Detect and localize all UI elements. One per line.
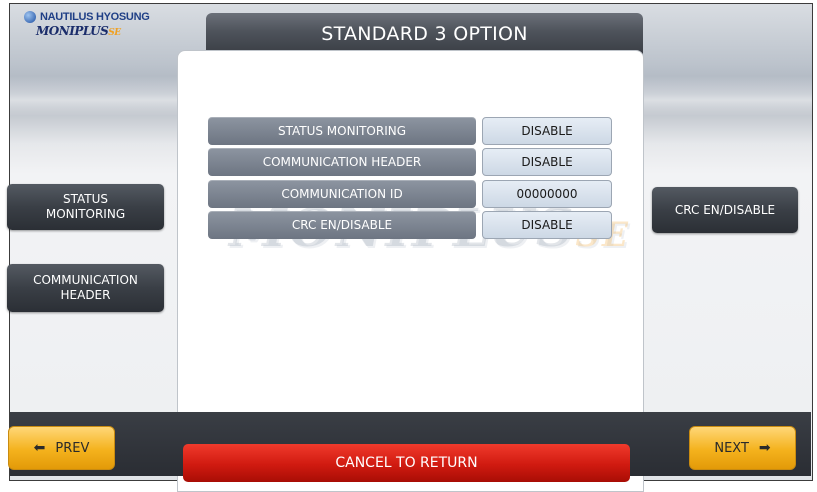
globe-icon (24, 11, 36, 23)
next-button[interactable]: NEXT ➡ (689, 426, 796, 470)
cancel-to-return-button[interactable]: CANCEL TO RETURN (183, 444, 630, 482)
setting-value: DISABLE (482, 211, 612, 239)
setting-label: CRC EN/DISABLE (208, 211, 476, 239)
setting-value: DISABLE (482, 117, 612, 145)
brand-product: MONIPLUS (36, 24, 109, 38)
setting-value: DISABLE (482, 148, 612, 176)
communication-header-button[interactable]: COMMUNICATION HEADER (7, 264, 164, 312)
prev-button[interactable]: ⬅ PREV (8, 426, 115, 470)
brand-edition: SE (108, 28, 121, 38)
setting-label: STATUS MONITORING (208, 117, 476, 145)
next-label: NEXT (714, 440, 749, 456)
crc-enable-button[interactable]: CRC EN/DISABLE (652, 187, 798, 233)
setting-label: COMMUNICATION HEADER (208, 148, 476, 176)
arrow-left-icon: ⬅ (33, 440, 46, 456)
page-title: STANDARD 3 OPTION (206, 13, 643, 54)
status-monitoring-button[interactable]: STATUS MONITORING (7, 184, 164, 230)
setting-label: COMMUNICATION ID (208, 180, 476, 208)
brand-logo: NAUTILUS HYOSUNG MONIPLUSSE (24, 11, 150, 38)
setting-value: 00000000 (482, 180, 612, 208)
prev-label: PREV (55, 440, 90, 456)
arrow-right-icon: ➡ (758, 440, 771, 456)
brand-company: NAUTILUS HYOSUNG (40, 11, 150, 23)
